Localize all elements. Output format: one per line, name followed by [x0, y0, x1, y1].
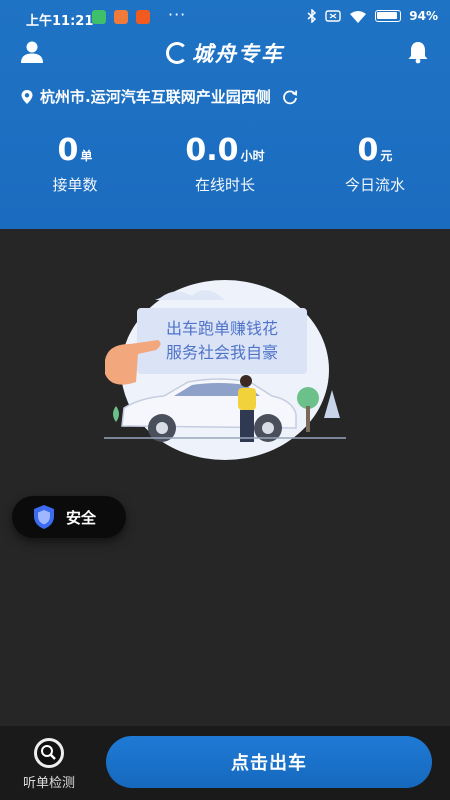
sim-icon — [325, 10, 341, 22]
bottom-bar: 听单检测 点击出车 — [0, 726, 450, 800]
stat-revenue-value: 0 — [357, 133, 379, 168]
status-bar: 上午11:21 ··· 94% — [0, 0, 450, 36]
safety-label: 安全 — [66, 508, 97, 527]
stat-revenue: 0元 今日流水 — [300, 132, 450, 195]
listen-check-icon — [34, 738, 64, 768]
stat-orders: 0单 接单数 — [0, 132, 150, 195]
stat-orders-value: 0 — [57, 133, 79, 168]
drive-illustration: 出车跑单赚钱花 服务社会我自豪 — [104, 280, 346, 460]
status-right: 94% — [307, 9, 438, 23]
stat-online-time: 0.0 小时 在线时长 — [150, 132, 300, 195]
driver-shirt — [238, 388, 256, 410]
location-pin-icon — [21, 89, 33, 104]
tree-3 — [113, 406, 119, 422]
shield-icon — [34, 505, 54, 529]
refresh-icon[interactable] — [281, 88, 299, 106]
battery-level: 94% — [409, 9, 438, 23]
banner-line-2: 服务社会我自豪 — [166, 343, 278, 362]
status-time: 上午11:21 — [26, 14, 94, 29]
banner-line-1: 出车跑单赚钱花 — [166, 319, 278, 338]
app-title: 城舟专车 — [0, 38, 450, 68]
stat-revenue-unit: 元 — [380, 149, 393, 163]
stats-row: 0单 接单数 0.0 小时 在线时长 0元 今日流水 — [0, 132, 450, 195]
wifi-icon — [350, 10, 367, 23]
banner-board — [137, 308, 307, 374]
listen-check-label: 听单检测 — [22, 776, 75, 791]
location-bar[interactable]: 杭州市.运河汽车互联网产业园西侧 — [20, 86, 299, 107]
taobao-app-icon — [136, 10, 150, 24]
bluetooth-icon — [307, 9, 317, 23]
location-text: 杭州市.运河汽车互联网产业园西侧 — [40, 88, 271, 106]
more-dots: ··· — [168, 5, 187, 24]
shield-app-icon — [92, 10, 106, 24]
tree-1 — [297, 387, 319, 409]
car-hub-front — [156, 422, 168, 434]
stat-revenue-label: 今日流水 — [344, 176, 405, 194]
logo-icon — [166, 42, 188, 64]
battery-icon — [375, 10, 402, 22]
stat-orders-unit: 单 — [80, 149, 93, 163]
safety-button[interactable]: 安全 — [12, 496, 126, 538]
stat-orders-label: 接单数 — [52, 176, 98, 194]
app-title-text: 城舟专车 — [192, 42, 284, 66]
car-hub-rear — [262, 422, 274, 434]
tree-1-trunk — [306, 406, 310, 432]
title-bar: 城舟专车 — [0, 36, 450, 70]
driver-legs — [240, 410, 254, 442]
stat-online-time-label: 在线时长 — [194, 176, 255, 194]
stat-online-time-unit: 小时 — [240, 149, 265, 163]
status-app-icons — [92, 10, 150, 24]
bell-icon[interactable] — [406, 40, 430, 64]
listen-check-button[interactable]: 听单检测 — [14, 738, 84, 791]
stat-online-time-value: 0.0 — [185, 133, 239, 168]
driver-head — [240, 375, 252, 387]
start-driving-button[interactable]: 点击出车 — [106, 736, 432, 788]
tree-2 — [324, 390, 340, 418]
orange-app-icon — [114, 10, 128, 24]
header: 上午11:21 ··· 94% 城舟专车 杭州市.运河汽车互联网产业园西侧 0 … — [0, 0, 450, 229]
